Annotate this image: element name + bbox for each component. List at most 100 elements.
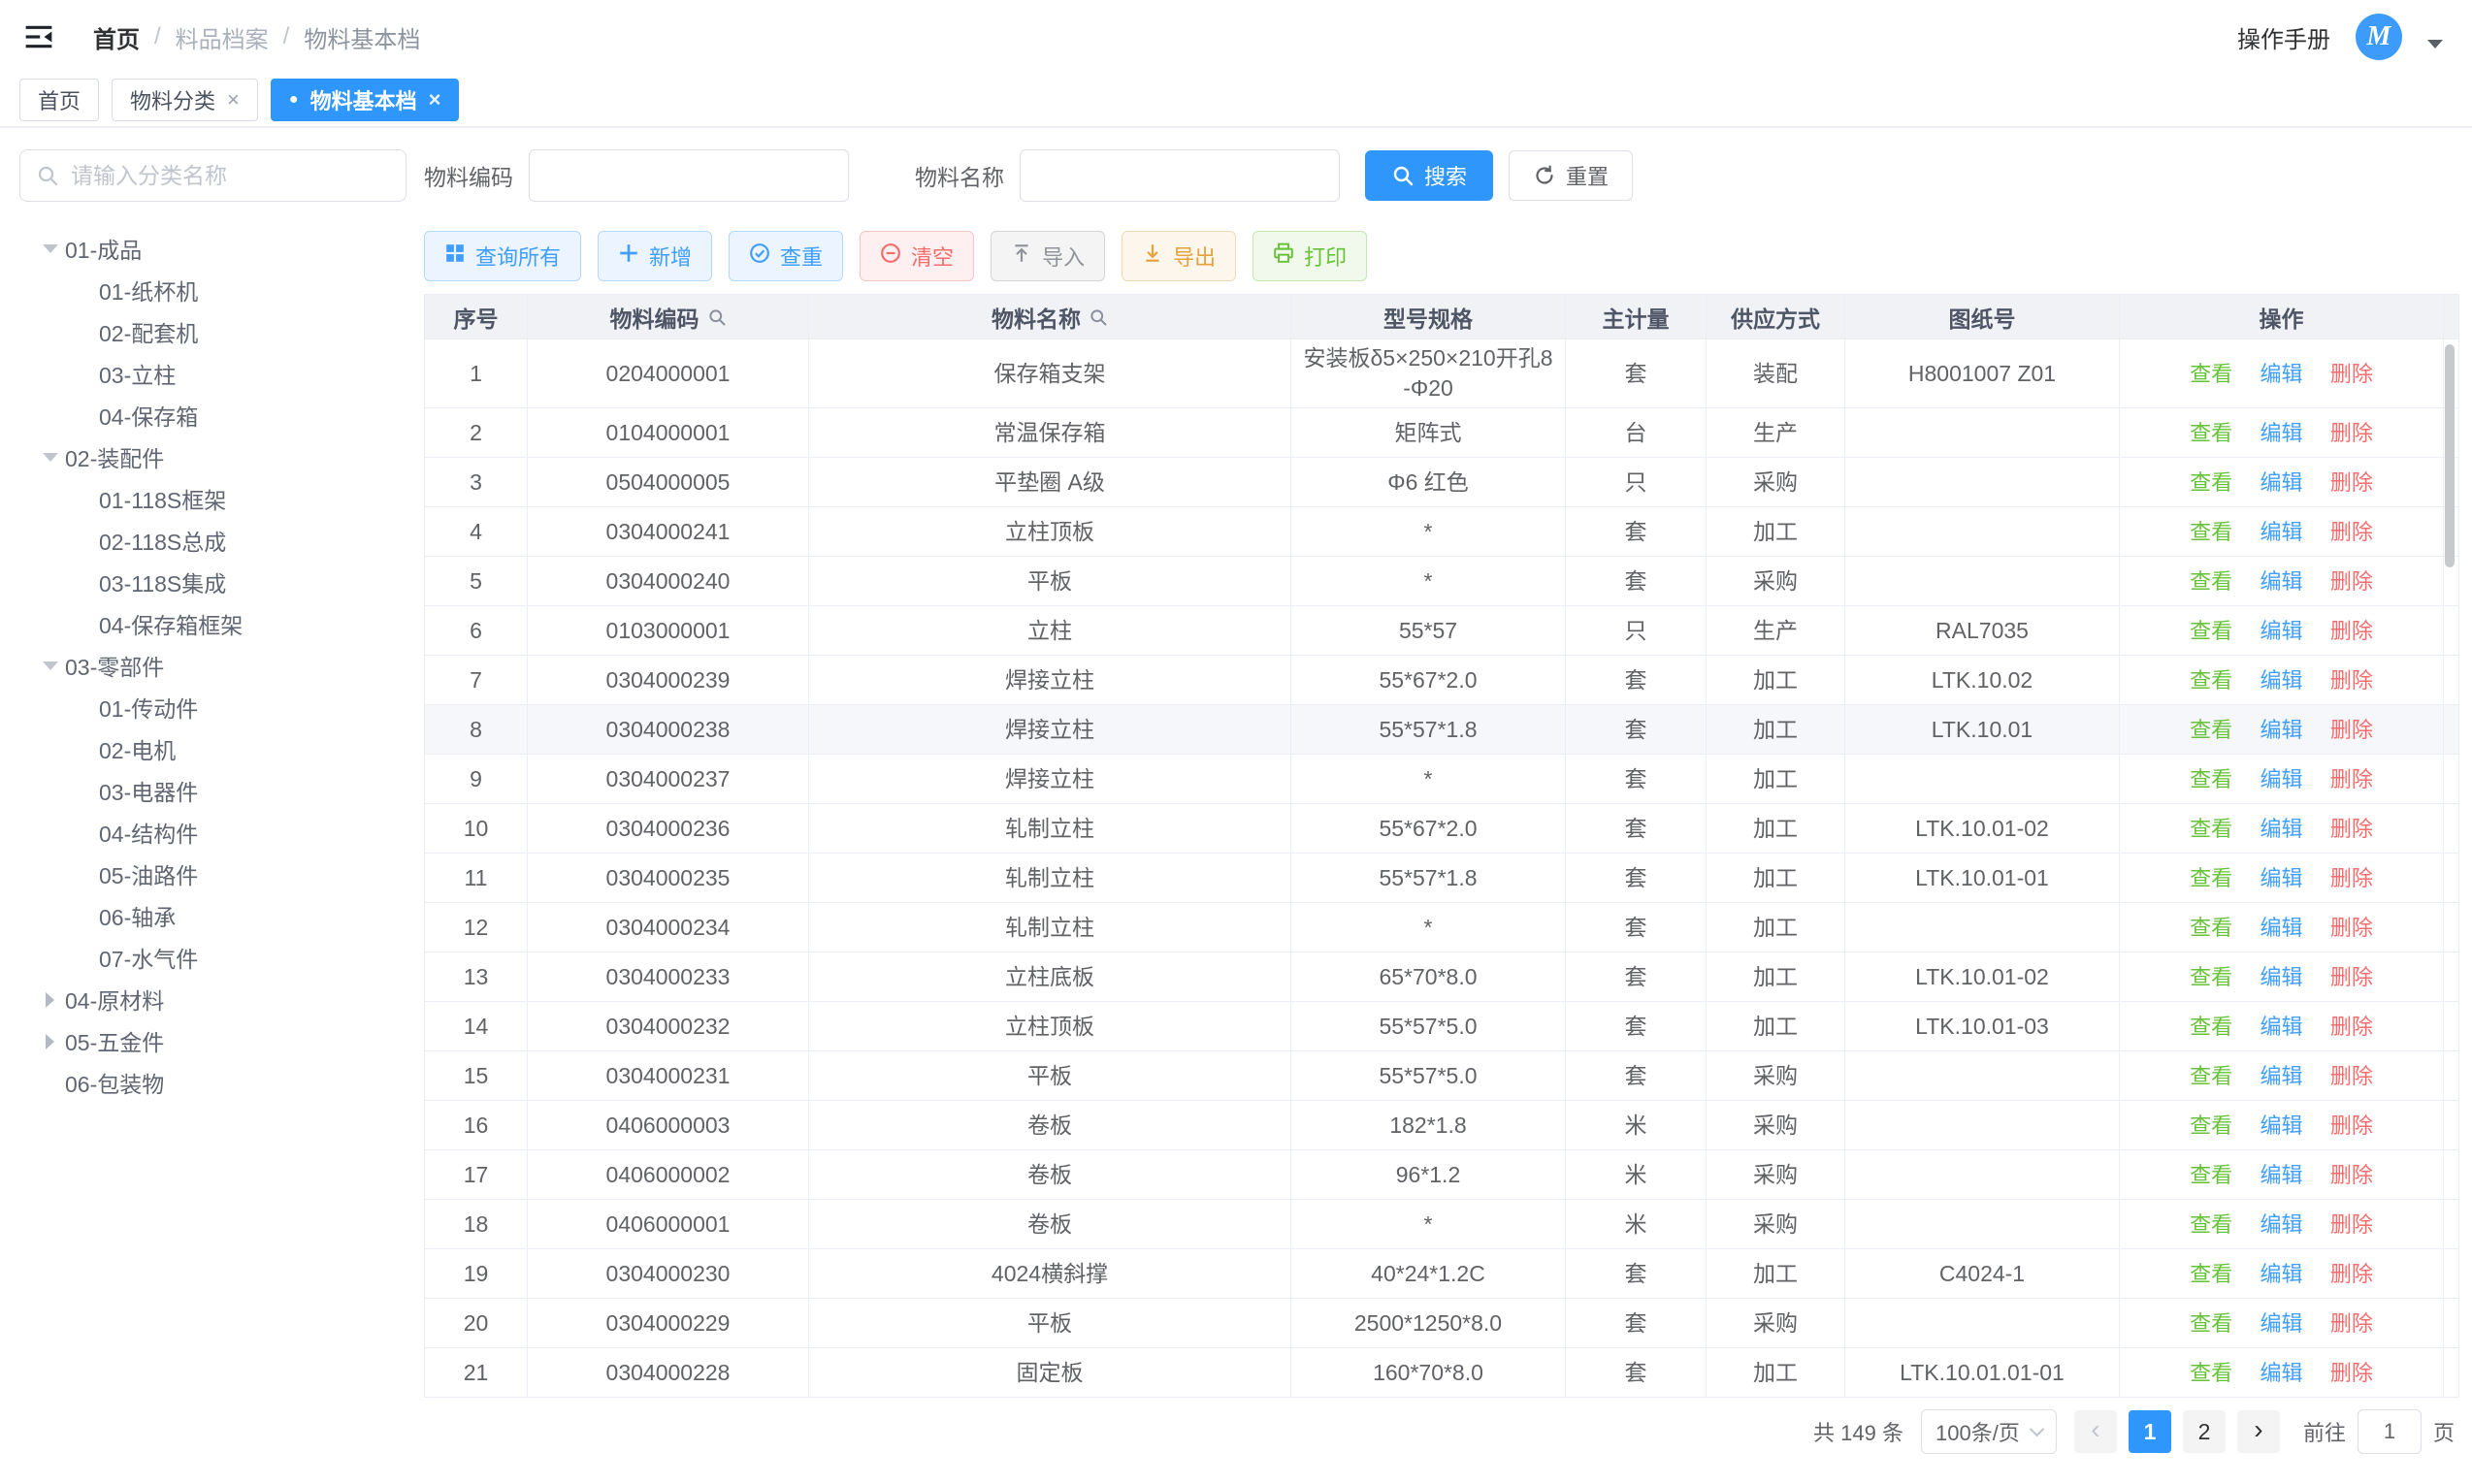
- view-link[interactable]: 查看: [2190, 916, 2232, 940]
- table-row[interactable]: 21 0304000228 固定板 160*70*8.0 套 加工 LTK.10…: [425, 1348, 2459, 1398]
- tree-node[interactable]: 03-零部件: [19, 644, 407, 686]
- close-icon[interactable]: ×: [429, 89, 441, 111]
- table-row[interactable]: 10 0304000236 轧制立柱 55*67*2.0 套 加工 LTK.10…: [425, 804, 2459, 854]
- tree-child-node[interactable]: 04-结构件: [19, 811, 407, 853]
- edit-link[interactable]: 编辑: [2260, 1311, 2302, 1336]
- view-link[interactable]: 查看: [2190, 1262, 2232, 1286]
- edit-link[interactable]: 编辑: [2260, 965, 2302, 989]
- code-filter-input[interactable]: [529, 149, 849, 202]
- tree-child-node[interactable]: 04-保存箱: [19, 394, 407, 436]
- tree-node[interactable]: 06-包装物: [19, 1061, 407, 1103]
- caret-right-icon[interactable]: [43, 1034, 56, 1048]
- delete-link[interactable]: 删除: [2330, 767, 2373, 791]
- table-row[interactable]: 17 0406000002 卷板 96*1.2 米 采购 查看 编辑 删除: [425, 1150, 2459, 1200]
- table-row[interactable]: 18 0406000001 卷板 * 米 采购 查看 编辑 删除: [425, 1200, 2459, 1249]
- check-duplicate-button[interactable]: 查重: [729, 231, 843, 281]
- tree-node[interactable]: 04-原材料: [19, 978, 407, 1019]
- tab-home[interactable]: 首页: [19, 79, 99, 121]
- table-row[interactable]: 5 0304000240 平板 * 套 采购 查看 编辑 删除: [425, 557, 2459, 606]
- next-page-button[interactable]: ›: [2237, 1410, 2280, 1453]
- delete-link[interactable]: 删除: [2330, 1361, 2373, 1385]
- column-search-icon[interactable]: [707, 307, 727, 327]
- view-link[interactable]: 查看: [2190, 668, 2232, 693]
- tree-child-node[interactable]: 03-立柱: [19, 352, 407, 394]
- view-link[interactable]: 查看: [2190, 1212, 2232, 1237]
- print-button[interactable]: 打印: [1252, 231, 1367, 281]
- table-row[interactable]: 19 0304000230 4024横斜撑 40*24*1.2C 套 加工 C4…: [425, 1249, 2459, 1299]
- table-row[interactable]: 15 0304000231 平板 55*57*5.0 套 采购 查看 编辑 删除: [425, 1051, 2459, 1101]
- view-link[interactable]: 查看: [2190, 1015, 2232, 1039]
- page-button-1[interactable]: 1: [2129, 1410, 2171, 1453]
- view-link[interactable]: 查看: [2190, 866, 2232, 890]
- view-link[interactable]: 查看: [2190, 1163, 2232, 1187]
- import-button[interactable]: 导入: [991, 231, 1105, 281]
- view-link[interactable]: 查看: [2190, 1361, 2232, 1385]
- page-button-2[interactable]: 2: [2183, 1410, 2226, 1453]
- tree-node[interactable]: 05-五金件: [19, 1019, 407, 1061]
- view-link[interactable]: 查看: [2190, 569, 2232, 594]
- edit-link[interactable]: 编辑: [2260, 866, 2302, 890]
- view-link[interactable]: 查看: [2190, 362, 2232, 386]
- view-link[interactable]: 查看: [2190, 817, 2232, 841]
- tree-node[interactable]: 01-成品: [19, 227, 407, 269]
- tree-child-node[interactable]: 01-纸杯机: [19, 269, 407, 310]
- edit-link[interactable]: 编辑: [2260, 916, 2302, 940]
- delete-link[interactable]: 删除: [2330, 619, 2373, 643]
- tree-child-node[interactable]: 05-油路件: [19, 853, 407, 894]
- view-link[interactable]: 查看: [2190, 421, 2232, 445]
- tree-child-node[interactable]: 02-电机: [19, 727, 407, 769]
- edit-link[interactable]: 编辑: [2260, 421, 2302, 445]
- delete-link[interactable]: 删除: [2330, 718, 2373, 742]
- column-search-icon[interactable]: [1089, 307, 1108, 327]
- tree-child-node[interactable]: 02-118S总成: [19, 519, 407, 561]
- table-row[interactable]: 7 0304000239 焊接立柱 55*67*2.0 套 加工 LTK.10.…: [425, 656, 2459, 705]
- tree-child-node[interactable]: 02-配套机: [19, 310, 407, 352]
- export-button[interactable]: 导出: [1122, 231, 1236, 281]
- view-link[interactable]: 查看: [2190, 1064, 2232, 1088]
- edit-link[interactable]: 编辑: [2260, 718, 2302, 742]
- delete-link[interactable]: 删除: [2330, 1064, 2373, 1088]
- edit-link[interactable]: 编辑: [2260, 817, 2302, 841]
- clear-button[interactable]: 清空: [860, 231, 974, 281]
- edit-link[interactable]: 编辑: [2260, 668, 2302, 693]
- view-link[interactable]: 查看: [2190, 1311, 2232, 1336]
- view-link[interactable]: 查看: [2190, 520, 2232, 544]
- edit-link[interactable]: 编辑: [2260, 1163, 2302, 1187]
- goto-page-input[interactable]: [2358, 1409, 2422, 1454]
- delete-link[interactable]: 删除: [2330, 1015, 2373, 1039]
- table-row[interactable]: 6 0103000001 立柱 55*57 只 生产 RAL7035 查看 编辑…: [425, 606, 2459, 656]
- table-row[interactable]: 14 0304000232 立柱顶板 55*57*5.0 套 加工 LTK.10…: [425, 1002, 2459, 1051]
- table-row[interactable]: 1 0204000001 保存箱支架 安装板δ5×250×210开孔8-Φ20 …: [425, 339, 2459, 408]
- edit-link[interactable]: 编辑: [2260, 1015, 2302, 1039]
- breadcrumb-home[interactable]: 首页: [93, 20, 140, 54]
- add-button[interactable]: 新增: [598, 231, 712, 281]
- delete-link[interactable]: 删除: [2330, 1262, 2373, 1286]
- avatar[interactable]: M: [2356, 14, 2402, 60]
- table-row[interactable]: 3 0504000005 平垫圈 A级 Φ6 红色 只 采购 查看 编辑 删除: [425, 458, 2459, 507]
- view-link[interactable]: 查看: [2190, 470, 2232, 495]
- table-row[interactable]: 2 0104000001 常温保存箱 矩阵式 台 生产 查看 编辑 删除: [425, 408, 2459, 458]
- edit-link[interactable]: 编辑: [2260, 520, 2302, 544]
- caret-down-icon[interactable]: [43, 242, 56, 255]
- search-button[interactable]: 搜索: [1365, 150, 1493, 201]
- tab-material-master[interactable]: ● 物料基本档 ×: [271, 79, 460, 121]
- query-all-button[interactable]: 查询所有: [424, 231, 581, 281]
- page-size-select[interactable]: 100条/页: [1921, 1409, 2057, 1454]
- table-row[interactable]: 9 0304000237 焊接立柱 * 套 加工 查看 编辑 删除: [425, 755, 2459, 804]
- table-row[interactable]: 11 0304000235 轧制立柱 55*57*1.8 套 加工 LTK.10…: [425, 854, 2459, 903]
- category-search-input[interactable]: [71, 163, 390, 189]
- edit-link[interactable]: 编辑: [2260, 1212, 2302, 1237]
- delete-link[interactable]: 删除: [2330, 916, 2373, 940]
- delete-link[interactable]: 删除: [2330, 520, 2373, 544]
- tree-child-node[interactable]: 01-118S框架: [19, 477, 407, 519]
- name-filter-input[interactable]: [1020, 149, 1340, 202]
- delete-link[interactable]: 删除: [2330, 421, 2373, 445]
- caret-down-icon[interactable]: [43, 450, 56, 464]
- tree-child-node[interactable]: 03-电器件: [19, 769, 407, 811]
- view-link[interactable]: 查看: [2190, 965, 2232, 989]
- table-row[interactable]: 20 0304000229 平板 2500*1250*8.0 套 采购 查看 编…: [425, 1299, 2459, 1348]
- table-row[interactable]: 12 0304000234 轧制立柱 * 套 加工 查看 编辑 删除: [425, 903, 2459, 952]
- delete-link[interactable]: 删除: [2330, 569, 2373, 594]
- caret-right-icon[interactable]: [43, 992, 56, 1006]
- edit-link[interactable]: 编辑: [2260, 1361, 2302, 1385]
